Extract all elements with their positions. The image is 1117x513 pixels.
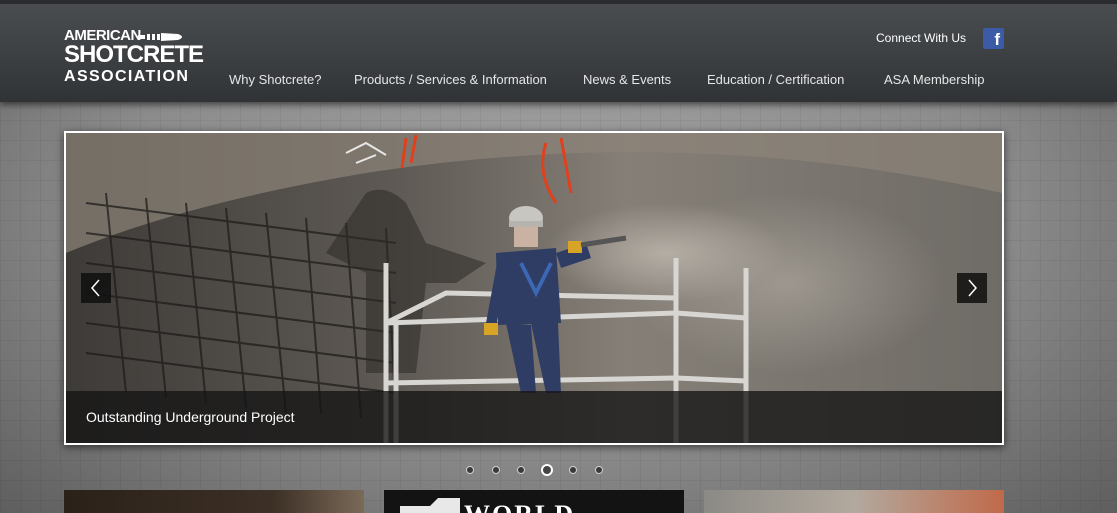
nav-products-services[interactable]: Products / Services & Information xyxy=(354,72,547,87)
nav-education-certification[interactable]: Education / Certification xyxy=(707,72,844,87)
slide-caption-text: Outstanding Underground Project xyxy=(86,409,295,425)
slider-dot-2[interactable] xyxy=(492,466,500,474)
nav-asa-membership[interactable]: ASA Membership xyxy=(884,72,984,87)
slider-next-button[interactable] xyxy=(957,273,987,303)
facebook-glyph: f xyxy=(994,30,1000,49)
slider-pagination xyxy=(464,464,614,476)
slide-caption: Outstanding Underground Project xyxy=(66,391,1002,443)
arrow-graphic xyxy=(400,498,460,513)
feature-tile-1[interactable] xyxy=(64,490,364,513)
main-nav: Why Shotcrete? Products / Services & Inf… xyxy=(0,72,1117,90)
slider-dot-6[interactable] xyxy=(595,466,603,474)
facebook-icon[interactable]: f xyxy=(983,28,1004,49)
slider-dot-1[interactable] xyxy=(466,466,474,474)
slider-dot-4[interactable] xyxy=(541,464,553,476)
connect-with-us-label: Connect With Us xyxy=(876,31,967,45)
nav-news-events[interactable]: News & Events xyxy=(583,72,671,87)
slider-dot-5[interactable] xyxy=(569,466,577,474)
slider-prev-button[interactable] xyxy=(81,273,111,303)
site-header: AMERICAN SHOTCRETE ASSOCIATION Connect W… xyxy=(0,0,1117,102)
feature-tile-2[interactable]: WORLD xyxy=(384,490,684,513)
hero-slider[interactable]: Outstanding Underground Project xyxy=(64,131,1004,445)
chevron-left-icon xyxy=(91,279,100,297)
logo-line-2: SHOTCRETE xyxy=(64,41,204,68)
chevron-right-icon xyxy=(968,279,977,297)
feature-tile-2-text: WORLD xyxy=(464,500,575,513)
feature-tile-3[interactable] xyxy=(704,490,1004,513)
nav-why-shotcrete[interactable]: Why Shotcrete? xyxy=(229,72,322,87)
slider-dot-3[interactable] xyxy=(517,466,525,474)
